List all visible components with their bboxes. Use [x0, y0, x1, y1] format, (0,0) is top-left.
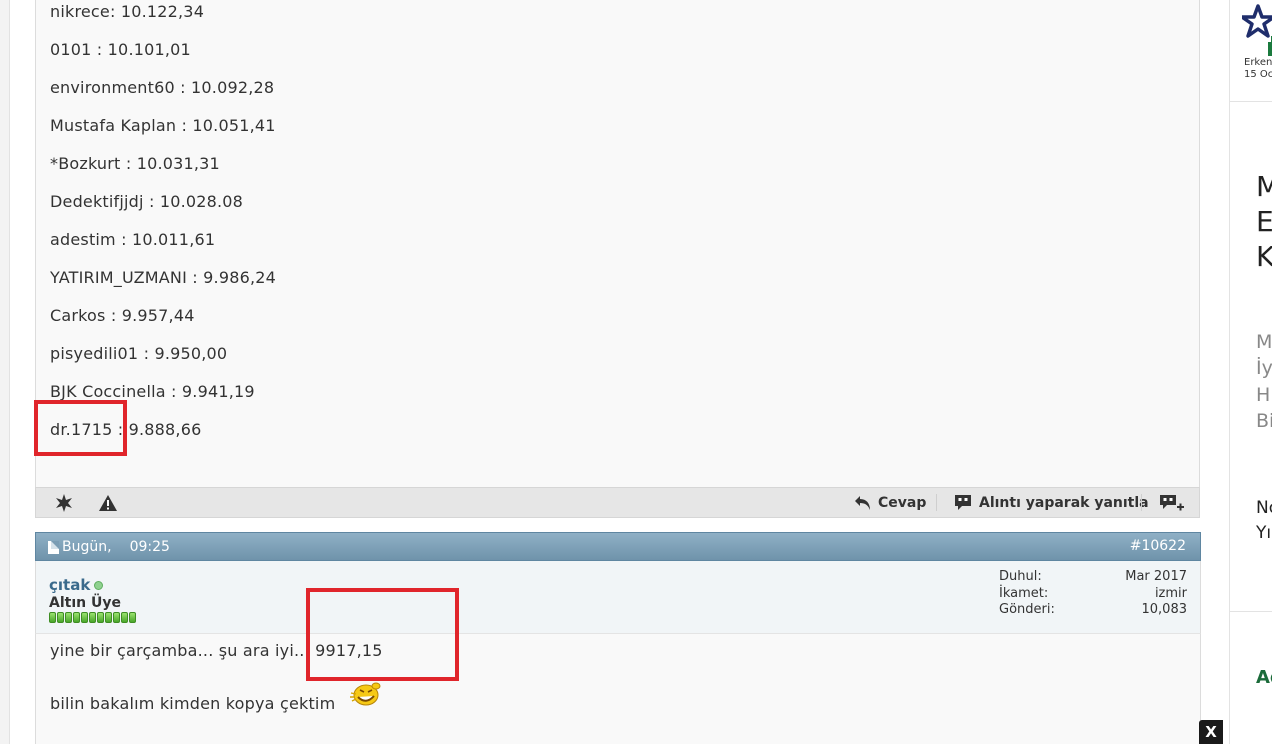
like-button[interactable]: [54, 488, 74, 517]
logo-caption: Erken: [1244, 57, 1272, 68]
sidebar-text: Yıl: [1256, 523, 1272, 543]
multi-quote-icon: [1159, 493, 1185, 513]
user-title: Altın Üye: [49, 595, 121, 611]
post-text: bilin bakalım kimden kopya çektim: [50, 694, 336, 713]
right-sidebar: Erken 15 Oca M E K M İy H Bi No Yıl Ad: [1229, 0, 1272, 744]
close-button[interactable]: X: [1199, 720, 1223, 744]
reputation-pip: [97, 612, 104, 623]
divider: [1141, 494, 1142, 511]
divider: [1230, 101, 1272, 102]
reputation-bar: [49, 612, 136, 623]
highlight-box: [34, 400, 127, 456]
post-date: Bugün, 09:25: [48, 539, 170, 555]
sidebar-text: H: [1256, 384, 1271, 406]
post-header: Bugün, 09:25 #10622: [35, 532, 1201, 561]
user-stats: Duhul: Mar 2017 İkamet: izmir Gönderi: 1…: [999, 569, 1187, 619]
sidebar-text: M: [1256, 331, 1272, 353]
reply-arrow-icon: [854, 495, 872, 511]
reputation-pip: [121, 612, 128, 623]
reputation-pip: [89, 612, 96, 623]
divider: [1230, 611, 1272, 612]
laughing-smiley-icon: [348, 681, 382, 711]
sidebar-text: Bi: [1256, 410, 1272, 432]
highlight-box: [306, 588, 459, 681]
post-action-bar: Cevap Alıntı yaparak yanıtla: [35, 487, 1200, 518]
stat-value: 10,083: [1141, 602, 1188, 617]
ranking-line: pisyedili01 : 9.950,00: [50, 344, 228, 363]
ranking-line: Dedektifjjdj : 10.028.08: [50, 192, 244, 211]
star-burst-icon: [54, 493, 74, 513]
document-icon: [48, 540, 59, 554]
reputation-pip: [49, 612, 56, 623]
sidebar-heading: M: [1256, 170, 1272, 204]
sidebar-text: No: [1256, 498, 1272, 518]
ranking-line: *Bozkurt : 10.031,31: [50, 154, 220, 173]
divider: [936, 494, 937, 511]
quote-reply-button[interactable]: Alıntı yaparak yanıtla: [954, 488, 1149, 517]
stat-label: Gönderi:: [999, 602, 1055, 617]
ranking-line: nikrece: 10.122,34: [50, 2, 205, 21]
post-body: nikrece: 10.122,34 0101 : 10.101,01 envi…: [35, 0, 1200, 487]
sidebar-text: İy: [1256, 357, 1272, 379]
reputation-pip: [81, 612, 88, 623]
sidebar-heading: E: [1256, 205, 1272, 238]
ranking-line: BJK Coccinella : 9.941,19: [50, 382, 255, 401]
ranking-line: adestim : 10.011,61: [50, 230, 216, 249]
ranking-line: Mustafa Kaplan : 10.051,41: [50, 116, 276, 135]
reputation-pip: [105, 612, 112, 623]
ranking-line: YATIRIM_UZMANI : 9.986,24: [50, 268, 277, 287]
ranking-line: Carkos : 9.957,44: [50, 306, 195, 325]
post-time: 09:25: [129, 539, 170, 555]
ranking-line: environment60 : 10.092,28: [50, 78, 275, 97]
reputation-pip: [65, 612, 72, 623]
stat-value: izmir: [1154, 585, 1187, 601]
reply-label: Cevap: [878, 494, 927, 511]
reputation-pip: [57, 612, 64, 623]
post-date-label: Bugün,: [62, 539, 112, 555]
sidebar-link[interactable]: Ad: [1256, 667, 1272, 688]
stat-label: İkamet:: [999, 585, 1049, 601]
post-number-link[interactable]: #10622: [1130, 538, 1186, 554]
quote-reply-label: Alıntı yaparak yanıtla: [979, 494, 1149, 511]
post-user-info: çıtak Altın Üye Duhul: Mar 2017 İkamet: …: [35, 561, 1201, 634]
stat-value: Mar 2017: [1125, 569, 1187, 584]
reputation-pip: [129, 612, 136, 623]
join-date-row: Duhul: Mar 2017: [999, 569, 1187, 586]
ranking-line: 0101 : 10.101,01: [50, 40, 191, 59]
reputation-pip: [73, 612, 80, 623]
post-count-row: Gönderi: 10,083: [999, 602, 1187, 619]
quote-bubble-icon: [954, 494, 972, 511]
reply-button[interactable]: Cevap: [854, 488, 926, 517]
report-button[interactable]: [98, 488, 118, 517]
stat-label: Duhul:: [999, 569, 1042, 584]
warning-icon: [98, 494, 118, 512]
location-row: İkamet: izmir: [999, 586, 1187, 603]
logo-caption: 15 Oca: [1244, 69, 1272, 80]
online-status-icon: [94, 580, 104, 590]
star-logo-icon[interactable]: [1240, 4, 1272, 60]
reputation-pip: [113, 612, 120, 623]
post-body: yine bir çarçamba... şu ara iyi... 9917,…: [35, 634, 1201, 744]
left-gutter: [0, 0, 10, 744]
username: çıtak: [49, 576, 91, 594]
username-link[interactable]: çıtak: [49, 576, 104, 594]
multi-quote-button[interactable]: [1159, 488, 1185, 517]
sidebar-heading: K: [1256, 240, 1272, 274]
